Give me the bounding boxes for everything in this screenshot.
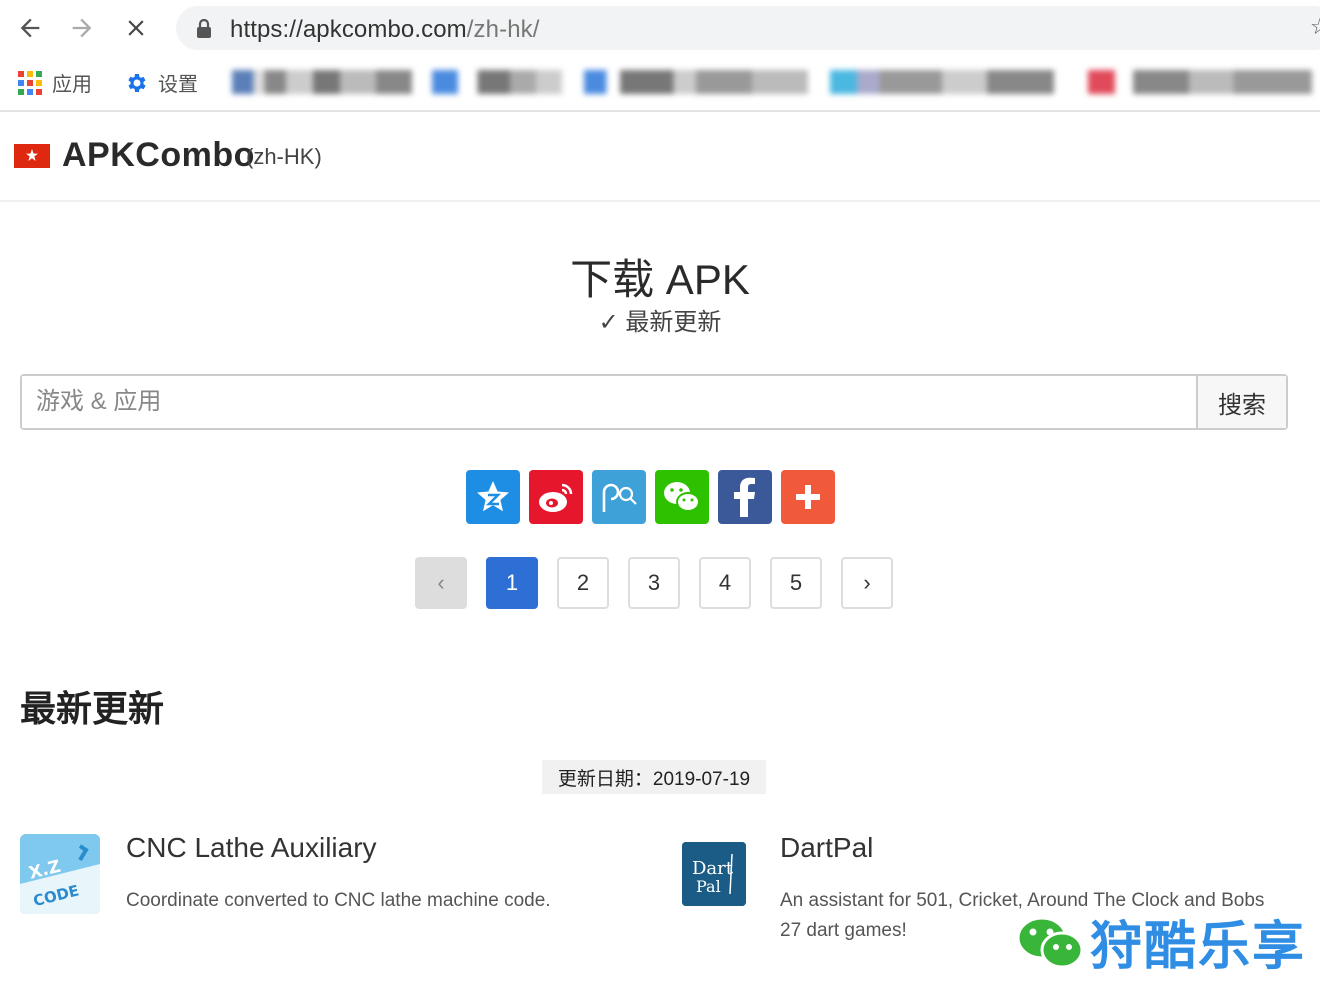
weibo-icon [539,483,573,512]
bookmark-settings-label: 设置 [158,74,198,96]
pagination-page-3[interactable]: 3 [628,557,680,609]
pagination-next[interactable]: › [841,557,893,609]
blurred-bookmark[interactable] [232,70,412,94]
close-icon [128,20,144,36]
app-icon-dartpal-text-2: Pal [696,877,721,896]
address-bar[interactable]: https://apkcombo.com/zh-hk/ [176,6,1320,50]
browser-chrome: https://apkcombo.com/zh-hk/ ☆ 应用 设置 [0,0,1320,112]
lock-icon [197,19,211,38]
share-qzone-button[interactable] [466,470,520,524]
watermark: 狩酷乐享 [1014,904,1306,979]
share-tencent-weibo-button[interactable] [592,470,646,524]
share-wechat-button[interactable] [655,470,709,524]
app-description: Coordinate converted to CNC lathe machin… [126,890,551,911]
pagination-page-5[interactable]: 5 [770,557,822,609]
section-title-latest: 最新更新 [20,688,165,729]
blurred-bookmark[interactable] [830,70,1054,94]
app-name[interactable]: CNC Lathe Auxiliary [126,832,377,864]
locale-label: (zh-HK) [246,144,322,169]
blurred-bookmark[interactable] [432,70,562,94]
bookmark-settings[interactable]: 设置 [124,68,198,97]
back-button[interactable] [12,10,48,46]
url-path: /zh-hk/ [466,16,540,43]
stop-loading-button[interactable] [118,10,154,46]
facebook-icon [734,477,755,517]
bookmarks-bar: 应用 设置 [0,60,1320,106]
app-icon-dartpal: Dart Pal [682,842,746,906]
app-name[interactable]: DartPal [780,832,873,864]
blurred-bookmark[interactable] [1088,70,1312,94]
pagination-prev[interactable]: ‹ [415,557,467,609]
tencent-weibo-icon [602,483,637,512]
page-subtitle: ✓ 最新更新 [598,309,722,336]
hong-kong-flag-icon [14,144,50,168]
forward-button[interactable] [64,10,100,46]
brand-logo[interactable]: APKCombo [62,136,255,175]
app-icon-cnc: X.Z CODE [20,834,100,914]
search-button[interactable]: 搜索 [1196,376,1286,428]
apps-grid-icon [18,70,42,95]
bookmark-apps[interactable]: 应用 [18,68,92,97]
page-title: 下载 APK [570,256,750,303]
gear-icon [128,73,146,92]
url-text: https://apkcombo.com/zh-hk/ [230,16,540,44]
bookmark-apps-label: 应用 [52,74,92,96]
pagination-page-2[interactable]: 2 [557,557,609,609]
site-header: APKCombo (zh-HK) [0,112,1320,202]
url-host: https://apkcombo.com [230,16,467,43]
search-input[interactable] [22,376,1196,428]
qzone-star-icon [477,481,509,512]
plus-icon [796,485,820,509]
share-facebook-button[interactable] [718,470,772,524]
wechat-logo-icon [1016,916,1084,968]
app-icon-dartpal-text-1: Dart [692,858,734,879]
arrow-left-icon [20,18,40,38]
pagination: ‹ 1 2 3 4 5 › [415,557,893,609]
app-list-item[interactable]: X.Z CODE CNC Lathe Auxiliary Coordinate … [0,826,640,936]
watermark-text: 狩酷乐享 [1089,917,1307,977]
blurred-bookmark[interactable] [584,70,808,94]
share-more-button[interactable] [781,470,835,524]
pagination-page-1[interactable]: 1 [486,557,538,609]
share-buttons [466,470,835,524]
bookmark-star-icon[interactable]: ☆ [1310,14,1320,40]
share-weibo-button[interactable] [529,470,583,524]
update-date-badge: 更新日期：2019-07-19 [542,760,766,794]
pagination-page-4[interactable]: 4 [699,557,751,609]
arrow-right-icon [72,18,92,38]
wechat-icon [664,482,700,512]
search-form: 搜索 [20,374,1288,430]
